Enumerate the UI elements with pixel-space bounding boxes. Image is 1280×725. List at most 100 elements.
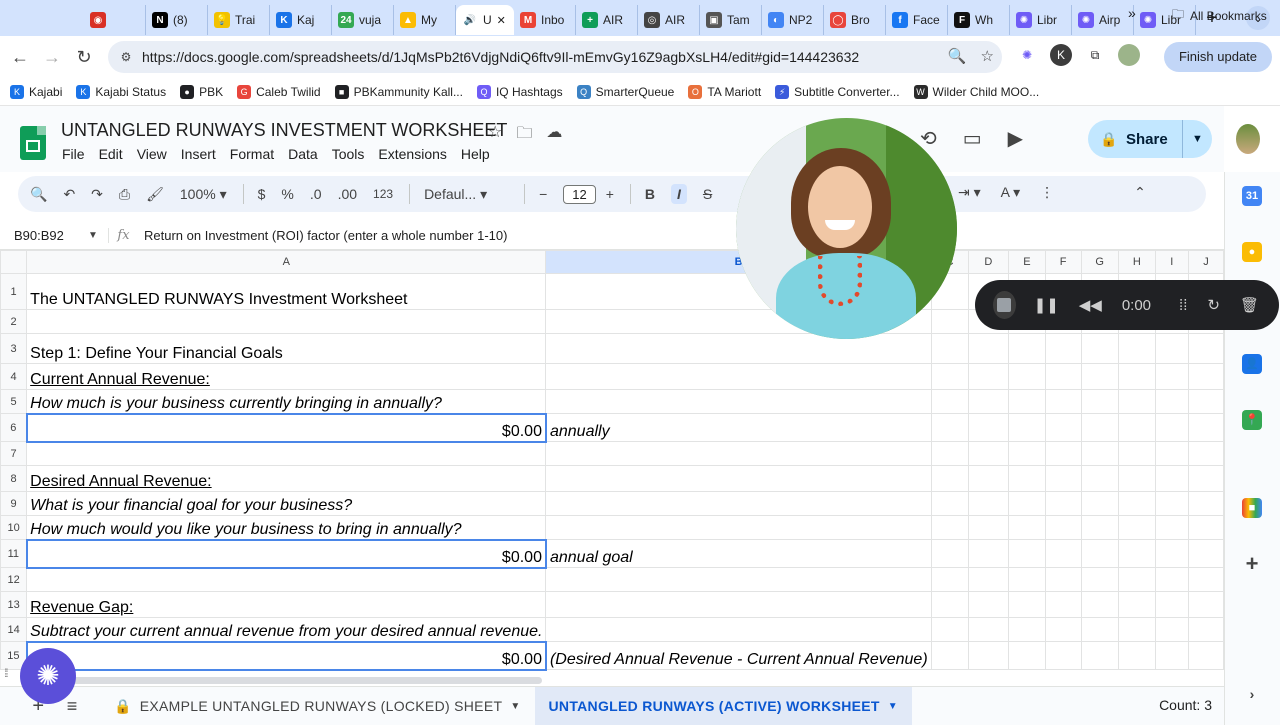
forward-button[interactable]: → xyxy=(36,47,68,68)
cell-e9[interactable] xyxy=(1008,491,1046,516)
move-folder-icon[interactable]: 🗀 xyxy=(516,122,532,149)
cell-e8[interactable] xyxy=(1008,465,1046,492)
cell-e6[interactable] xyxy=(1008,413,1046,442)
formula-input[interactable]: Return on Investment (ROI) factor (enter… xyxy=(138,228,507,243)
menu-view[interactable]: View xyxy=(137,146,167,162)
cell-h9[interactable] xyxy=(1117,491,1156,516)
cell-d14[interactable] xyxy=(967,617,1010,642)
bookmark-item[interactable]: ⚡ Subtitle Converter... xyxy=(775,84,900,99)
webcam-bubble[interactable] xyxy=(736,118,957,339)
cell-b10[interactable] xyxy=(545,515,932,540)
bookmark-item[interactable]: O TA Mariott xyxy=(688,84,761,99)
browser-tab[interactable]: ✺ Libr xyxy=(1010,5,1072,35)
cell-f11[interactable] xyxy=(1044,539,1082,568)
cell-g11[interactable] xyxy=(1080,539,1119,568)
cell-b9[interactable] xyxy=(545,491,932,516)
pause-icon[interactable]: ❚❚ xyxy=(1034,296,1059,314)
trash-icon[interactable]: 🗑 xyxy=(1240,296,1259,314)
menu-data[interactable]: Data xyxy=(288,146,318,162)
row-header[interactable]: 9 xyxy=(0,491,28,516)
search-menus-icon[interactable]: 🔍 xyxy=(30,186,47,203)
bold-button[interactable]: B xyxy=(645,186,655,202)
get-addons-icon[interactable]: + xyxy=(1242,553,1262,575)
cell-e7[interactable] xyxy=(1008,441,1046,466)
cell-j4[interactable] xyxy=(1187,363,1224,390)
cell-i11[interactable] xyxy=(1154,539,1189,568)
bookmark-item[interactable]: ■ PBKammunity Kall... xyxy=(334,84,463,99)
cell-f14[interactable] xyxy=(1044,617,1082,642)
cell-a1[interactable]: The UNTANGLED RUNWAYS Investment Workshe… xyxy=(26,273,547,310)
bookmark-item[interactable]: K Kajabi Status xyxy=(76,84,166,99)
row-header[interactable]: 4 xyxy=(0,363,28,390)
sheet-tab-menu-icon[interactable]: ▼ xyxy=(888,701,898,712)
cell-b4[interactable] xyxy=(545,363,932,390)
cell-g14[interactable] xyxy=(1080,617,1119,642)
cell-i12[interactable] xyxy=(1154,567,1189,592)
browser-tab[interactable]: N (8) xyxy=(146,5,208,35)
drag-handle-icon[interactable]: ⁞⁞ xyxy=(1179,297,1187,314)
sheet-tab[interactable]: 🔒 EXAMPLE UNTANGLED RUNWAYS (LOCKED) SHEE… xyxy=(100,687,535,725)
bookmark-item[interactable]: K Kajabi xyxy=(10,84,62,99)
cell-d7[interactable] xyxy=(967,441,1010,466)
currency-format-button[interactable]: $ xyxy=(258,186,266,202)
browser-tab[interactable]: M Inbo xyxy=(514,5,576,35)
cell-h4[interactable] xyxy=(1117,363,1156,390)
cell-h6[interactable] xyxy=(1117,413,1156,442)
menu-format[interactable]: Format xyxy=(230,146,274,162)
menu-insert[interactable]: Insert xyxy=(181,146,216,162)
cell-f13[interactable] xyxy=(1044,591,1082,618)
cell-a5[interactable]: How much is your business currently brin… xyxy=(26,389,547,414)
cell-h10[interactable] xyxy=(1117,515,1156,540)
menu-help[interactable]: Help xyxy=(461,146,490,162)
cell-j8[interactable] xyxy=(1187,465,1224,492)
cell-d8[interactable] xyxy=(967,465,1010,492)
cell-g5[interactable] xyxy=(1080,389,1119,414)
cell-c6[interactable] xyxy=(930,413,969,442)
cell-b14[interactable] xyxy=(545,617,932,642)
close-tab-icon[interactable]: ✕ xyxy=(497,14,506,27)
cell-g4[interactable] xyxy=(1080,363,1119,390)
extension-icon[interactable]: ✺ xyxy=(1016,44,1038,66)
cell-b5[interactable] xyxy=(545,389,932,414)
browser-tab[interactable]: ◉ xyxy=(84,5,146,35)
sheet-tab-menu-icon[interactable]: ▼ xyxy=(510,701,520,712)
sheets-logo-icon[interactable] xyxy=(20,126,46,160)
bookmarks-more-icon[interactable]: » xyxy=(1128,5,1136,21)
cell-a10[interactable]: How much would you like your business to… xyxy=(26,515,547,540)
cell-f6[interactable] xyxy=(1044,413,1082,442)
zoom-icon[interactable]: 🔍 xyxy=(948,47,967,65)
cell-j13[interactable] xyxy=(1187,591,1224,618)
cell-j12[interactable] xyxy=(1187,567,1224,592)
horizontal-scrollbar[interactable] xyxy=(12,674,1224,686)
cell-i14[interactable] xyxy=(1154,617,1189,642)
cell-e15[interactable] xyxy=(1008,641,1046,670)
cell-f10[interactable] xyxy=(1044,515,1082,540)
browser-tab[interactable]: ◎ AIR xyxy=(638,5,700,35)
bookmark-star-icon[interactable]: ☆ xyxy=(981,47,994,65)
cell-j10[interactable] xyxy=(1187,515,1224,540)
restart-icon[interactable]: ↻ xyxy=(1207,296,1220,314)
url-field[interactable]: ⚙ https://docs.google.com/spreadsheets/d… xyxy=(108,41,1002,73)
cell-i7[interactable] xyxy=(1154,441,1189,466)
font-size-increase-button[interactable]: + xyxy=(606,186,614,202)
font-size-input[interactable]: 12 xyxy=(563,184,596,204)
assistant-launcher-icon[interactable]: ✺ xyxy=(20,648,76,704)
cell-g9[interactable] xyxy=(1080,491,1119,516)
browser-tab[interactable]: 24 vuja xyxy=(332,5,394,35)
cell-g6[interactable] xyxy=(1080,413,1119,442)
row-header[interactable]: 7 xyxy=(0,441,28,466)
contacts-icon[interactable]: 👤 xyxy=(1242,354,1262,374)
cell-e4[interactable] xyxy=(1008,363,1046,390)
cell-b6[interactable]: annually xyxy=(545,413,932,442)
browser-tab[interactable]: f Face xyxy=(886,5,948,35)
bookmark-item[interactable]: G Caleb Twilid xyxy=(237,84,321,99)
row-header[interactable]: 6 xyxy=(0,413,28,442)
row-header[interactable]: 8 xyxy=(0,465,28,492)
row-header[interactable]: 1 xyxy=(0,273,28,310)
back-button[interactable]: ← xyxy=(4,47,36,68)
cell-f3[interactable] xyxy=(1044,333,1082,364)
text-color-icon[interactable]: A ▾ xyxy=(1001,184,1020,201)
browser-tab[interactable]: F Wh xyxy=(948,5,1010,35)
share-dropdown-icon[interactable]: ▼ xyxy=(1182,120,1212,158)
menu-tools[interactable]: Tools xyxy=(332,146,365,162)
